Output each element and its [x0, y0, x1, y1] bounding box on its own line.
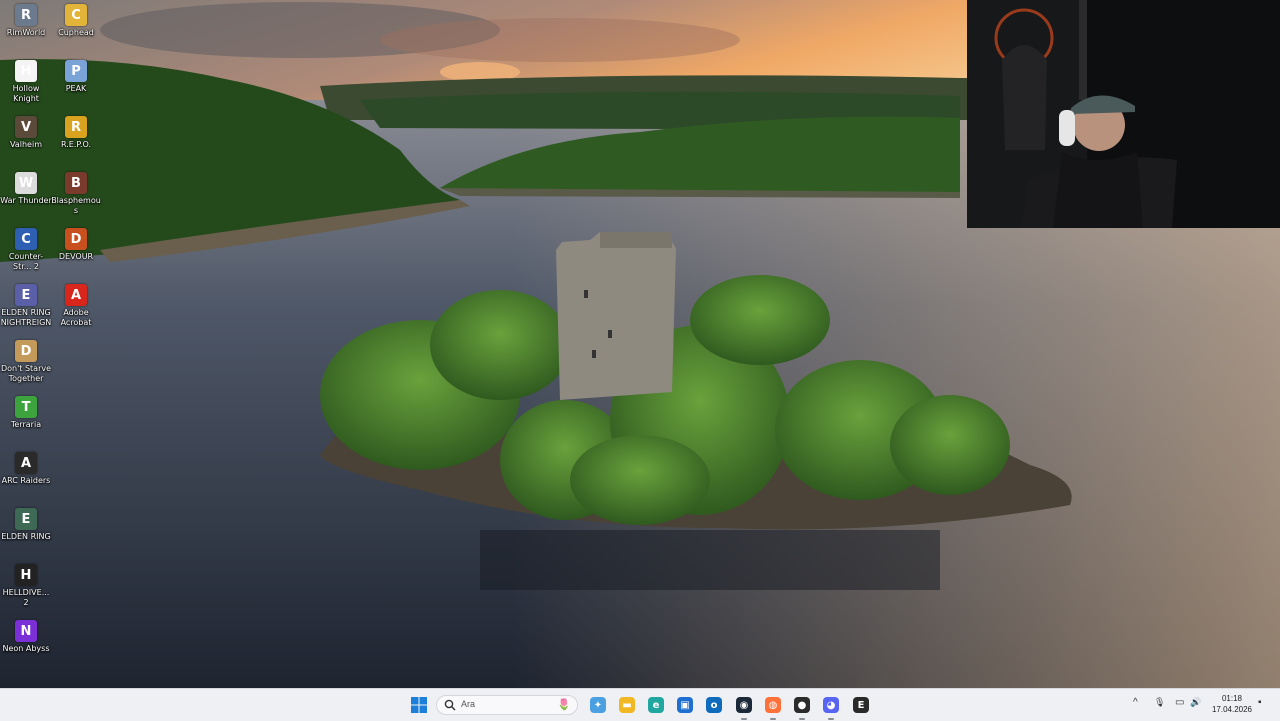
desktop-icon-label: Don't Starve Together [0, 364, 52, 383]
cuphead-icon: C [65, 4, 87, 26]
clock-time: 01:18 [1221, 694, 1243, 703]
desktop-icon-dont-starve-together[interactable]: D Don't Starve Together [0, 340, 52, 384]
outlook-icon: o [706, 697, 722, 713]
desktop-icon-label: Valheim [10, 140, 42, 149]
desktop-icon-label: Cuphead [58, 28, 94, 37]
desktop-icon-counter-strike[interactable]: C Counter-Str... 2 [0, 228, 52, 272]
desktop-icon-rimworld[interactable]: R RimWorld [0, 4, 52, 38]
taskbar-obs[interactable]: ● [791, 694, 813, 720]
desktop-icon-label: HELLDIVE... 2 [2, 588, 50, 607]
epic-games-icon: E [853, 697, 869, 713]
desktop-icon-label: ARC Raiders [1, 476, 51, 485]
network-icon[interactable]: ▭ [1175, 697, 1184, 708]
elden-ring-nightreign-icon: E [15, 284, 37, 306]
taskbar-steam[interactable]: ◉ [733, 694, 755, 720]
desktop-icon-repo[interactable]: R R.E.P.O. [50, 116, 102, 150]
desktop-icon-label: Blasphemous [51, 196, 101, 215]
desktop-icon-adobe-acrobat[interactable]: A Adobe Acrobat [50, 284, 102, 328]
flowers-icon: 🌷 [557, 699, 571, 711]
edge-icon: e [648, 697, 664, 713]
desktop-icon-devour[interactable]: D DEVOUR [50, 228, 102, 262]
valheim-icon: V [15, 116, 37, 138]
desktop-icon-label: DEVOUR [58, 252, 94, 261]
desktop-icon-label: ELDEN RING NIGHTREIGN [0, 308, 52, 327]
taskbar-copilot[interactable]: ✦ [587, 694, 609, 716]
desktop-icon-peak[interactable]: P PEAK [50, 60, 102, 94]
elden-ring-icon: E [15, 508, 37, 530]
desktop-icon-elden-ring[interactable]: E ELDEN RING [0, 508, 52, 542]
desktop-icon-label: Counter-Str... 2 [8, 252, 44, 271]
counter-strike-icon: C [15, 228, 37, 250]
desktop-icon-label: War Thunder [0, 196, 52, 205]
desktop-icon-blasphemous[interactable]: B Blasphemous [50, 172, 102, 216]
helldivers-icon: H [15, 564, 37, 586]
start-button[interactable] [408, 694, 430, 716]
dont-starve-together-icon: D [15, 340, 37, 362]
rimworld-icon: R [15, 4, 37, 26]
store-icon: ▣ [677, 697, 693, 713]
taskbar-discord[interactable]: ◕ [820, 694, 842, 720]
desktop-icon-war-thunder[interactable]: W War Thunder [0, 172, 52, 206]
desktop-icon-label: RimWorld [6, 28, 46, 37]
repo-icon: R [65, 116, 87, 138]
taskbar-clock[interactable]: 01:18 17.04.2026 [1208, 693, 1256, 715]
steam-icon: ◉ [736, 697, 752, 713]
peak-icon: P [65, 60, 87, 82]
copilot-icon: ✦ [590, 697, 606, 713]
desktop-icon-valheim[interactable]: V Valheim [0, 116, 52, 150]
desktop-icon-label: Hollow Knight [12, 84, 40, 103]
adobe-acrobat-icon: A [65, 284, 87, 306]
search-icon [444, 699, 456, 711]
taskbar: Ara 🌷 ✦ ▬ e ▣ o ◉ ◍ ● ◕ E ^ 🎙 ▭ 🔊 01:18 17.04.202… [0, 688, 1280, 721]
desktop-icon-label: Adobe Acrobat [60, 308, 92, 327]
obs-icon: ● [794, 697, 810, 713]
taskbar-outlook[interactable]: o [703, 694, 725, 716]
desktop-icon-label: Neon Abyss [2, 644, 50, 653]
desktop-icon-neon-abyss[interactable]: N Neon Abyss [0, 620, 52, 654]
webcam-overlay [967, 0, 1280, 228]
desktop-icon-arc-raiders[interactable]: A ARC Raiders [0, 452, 52, 486]
hollow-knight-icon: H [15, 60, 37, 82]
taskbar-search-box[interactable]: Ara 🌷 [436, 695, 578, 715]
webcam-feed [967, 0, 1280, 228]
desktop-icon-helldivers[interactable]: H HELLDIVE... 2 [0, 564, 52, 608]
desktop-icon-terraria[interactable]: T Terraria [0, 396, 52, 430]
folder-icon: ▬ [619, 697, 635, 713]
discord-icon: ◕ [823, 697, 839, 713]
desktop-icon-label: R.E.P.O. [60, 140, 92, 149]
clock-date: 17.04.2026 [1211, 705, 1253, 714]
taskbar-file-explorer[interactable]: ▬ [616, 694, 638, 716]
tray-overflow-chevron-icon[interactable]: ^ [1133, 697, 1138, 708]
firefox-icon: ◍ [765, 697, 781, 713]
volume-icon[interactable]: 🔊 [1190, 697, 1201, 708]
terraria-icon: T [15, 396, 37, 418]
desktop-icon-cuphead[interactable]: C Cuphead [50, 4, 102, 38]
desktop-icon-label: Terraria [10, 420, 42, 429]
notification-icon[interactable]: ▪ [1258, 697, 1262, 708]
taskbar-firefox[interactable]: ◍ [762, 694, 784, 720]
desktop-icon-elden-ring-nightreign[interactable]: E ELDEN RING NIGHTREIGN [0, 284, 52, 328]
microphone-icon[interactable]: 🎙 [1154, 697, 1165, 708]
desktop-icon-label: ELDEN RING [1, 532, 51, 541]
blasphemous-icon: B [65, 172, 87, 194]
neon-abyss-icon: N [15, 620, 37, 642]
desktop-icon-hollow-knight[interactable]: H Hollow Knight [0, 60, 52, 104]
taskbar-edge[interactable]: e [645, 694, 667, 716]
war-thunder-icon: W [15, 172, 37, 194]
desktop-icon-label: PEAK [65, 84, 87, 93]
taskbar-store[interactable]: ▣ [674, 694, 696, 716]
search-placeholder: Ara [461, 699, 476, 709]
windows-icon [411, 697, 427, 713]
arc-raiders-icon: A [15, 452, 37, 474]
devour-icon: D [65, 228, 87, 250]
taskbar-epic-games[interactable]: E [850, 694, 872, 716]
